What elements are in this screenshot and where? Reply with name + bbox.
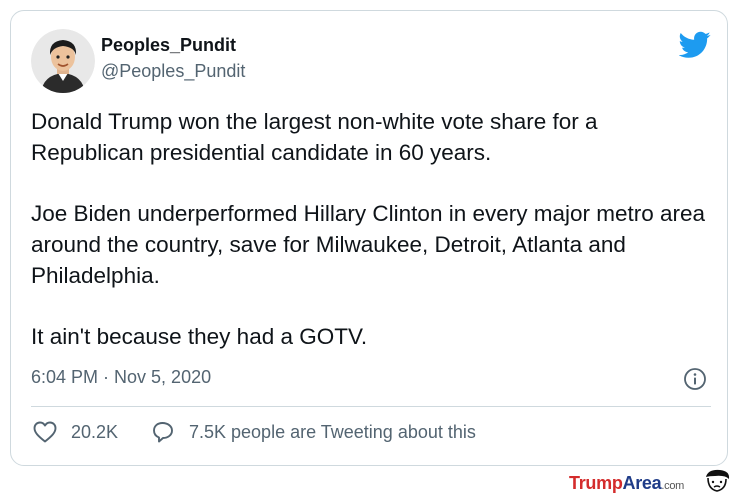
divider bbox=[31, 406, 711, 407]
tweet-paragraph: Joe Biden underperformed Hillary Clinton… bbox=[31, 201, 706, 288]
info-icon[interactable] bbox=[683, 367, 707, 391]
tweet-card: Peoples_Pundit @Peoples_Pundit Donald Tr… bbox=[10, 10, 728, 466]
avatar[interactable] bbox=[31, 29, 95, 93]
trumparea-watermark[interactable]: TrumpArea.com bbox=[569, 473, 684, 494]
tweet-paragraph: It ain't because they had a GOTV. bbox=[31, 324, 368, 349]
like-button[interactable]: 20.2K bbox=[33, 419, 118, 445]
heart-icon bbox=[33, 421, 57, 443]
display-name[interactable]: Peoples_Pundit bbox=[101, 35, 236, 56]
conversation-text: 7.5K people are Tweeting about this bbox=[189, 421, 476, 442]
user-handle[interactable]: @Peoples_Pundit bbox=[101, 61, 245, 82]
avatar-image bbox=[31, 29, 95, 93]
trump-caricature-icon bbox=[706, 469, 730, 492]
tweet-text: Donald Trump won the largest non-white v… bbox=[31, 106, 711, 382]
conversation-link[interactable]: 7.5K people are Tweeting about this bbox=[151, 419, 476, 445]
like-count: 20.2K bbox=[71, 421, 119, 442]
tweet-paragraph: Donald Trump won the largest non-white v… bbox=[31, 109, 598, 165]
tweet-timestamp[interactable]: 6:04 PM · Nov 5, 2020 bbox=[31, 367, 211, 388]
twitter-bird-icon[interactable] bbox=[679, 31, 711, 59]
watermark-bar: TrumpArea.com bbox=[0, 467, 740, 495]
speech-bubble-icon bbox=[153, 422, 173, 443]
